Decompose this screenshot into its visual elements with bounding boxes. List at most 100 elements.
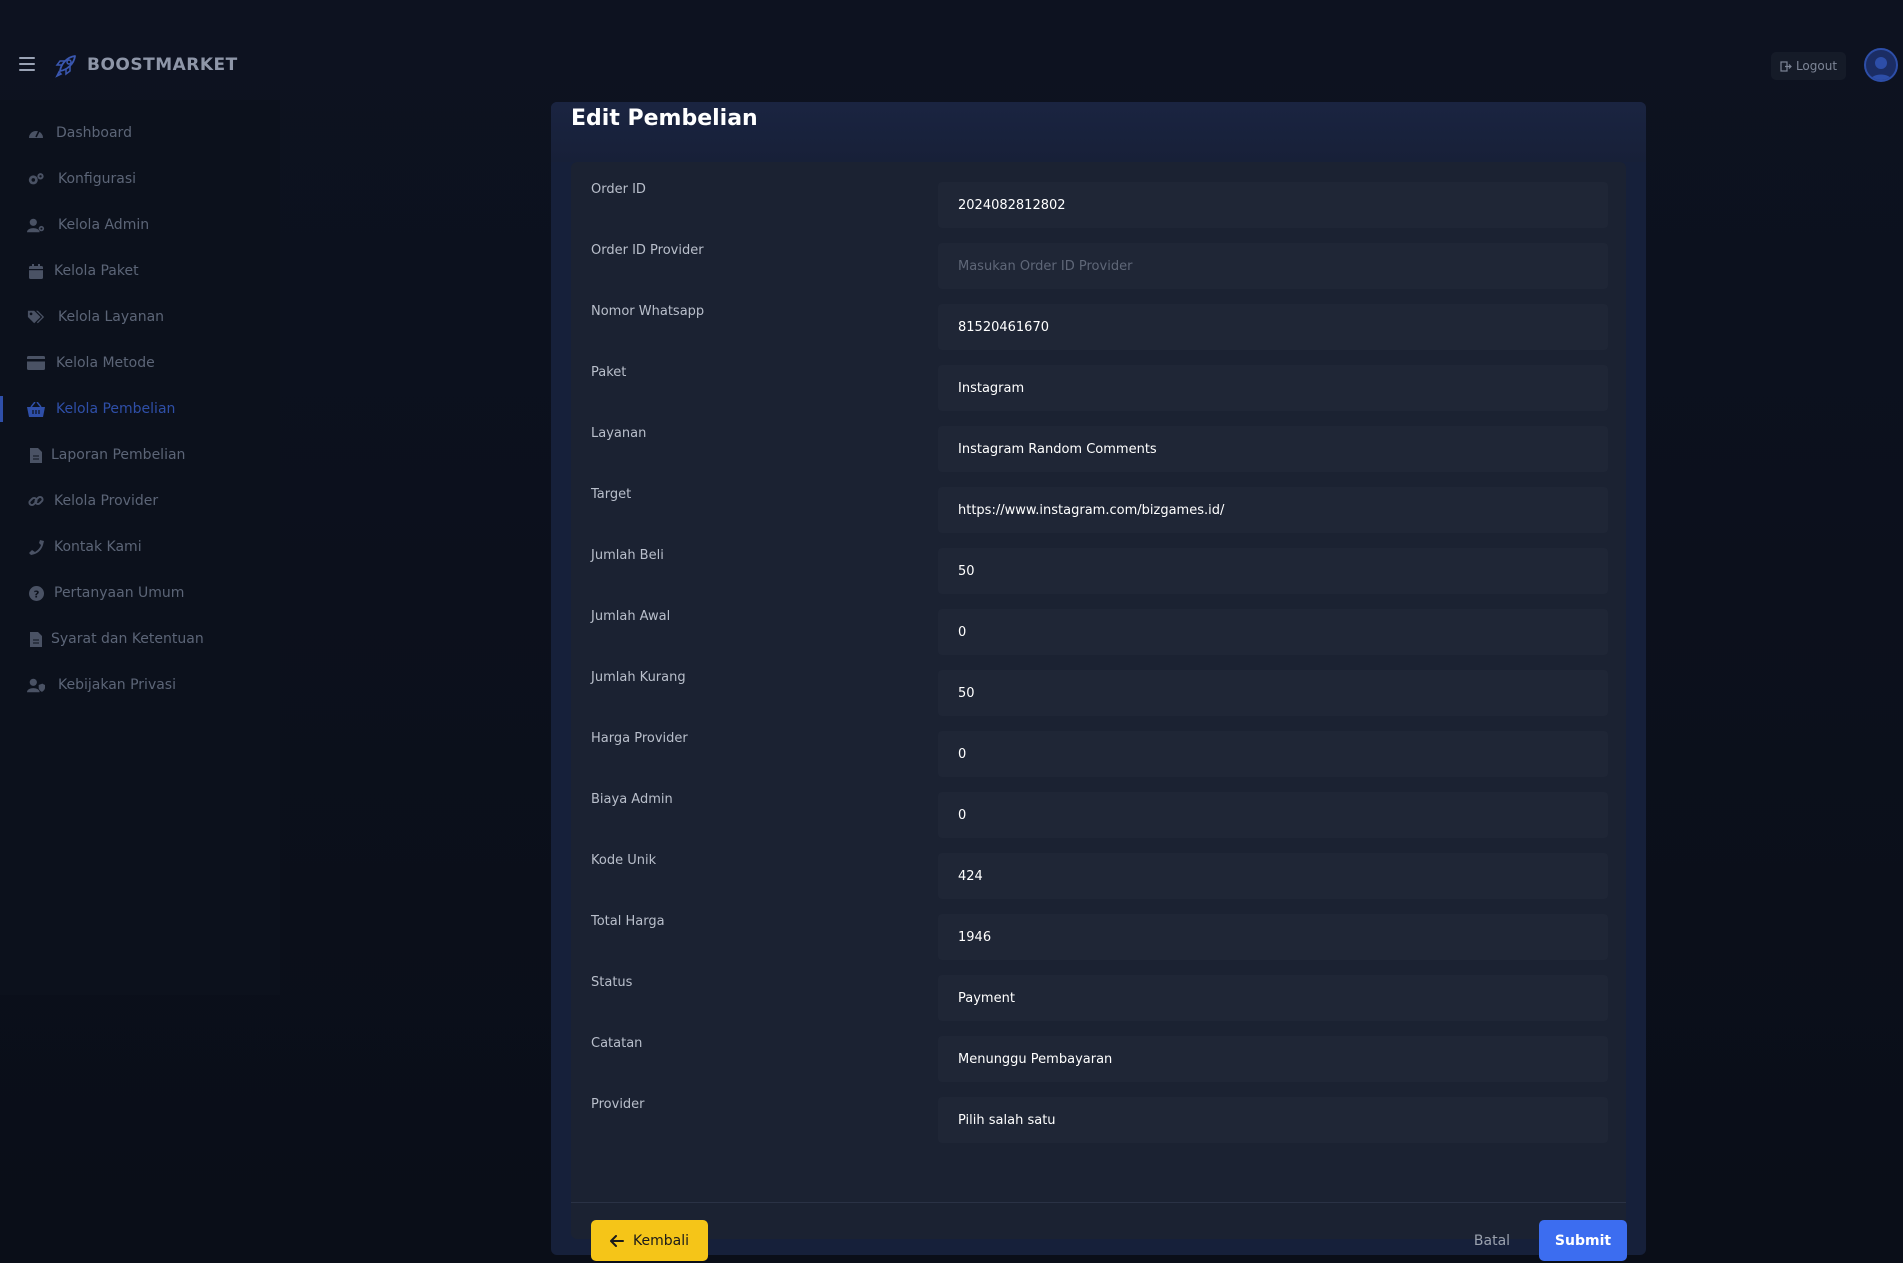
order-id-provider-input[interactable]	[938, 243, 1608, 289]
remaining-count-input[interactable]	[938, 670, 1608, 716]
edit-form: Order ID Order ID Provider Nomor Whatsap…	[571, 162, 1626, 1239]
field-label: Layanan	[591, 426, 647, 441]
sidebar-item-kelola-provider[interactable]: Kelola Provider	[0, 486, 280, 516]
sidebar-item-label: Kelola Layanan	[58, 309, 165, 325]
user-avatar-icon	[1869, 57, 1893, 80]
form-row-target: Target	[571, 487, 1626, 533]
note-input[interactable]	[938, 1036, 1608, 1082]
edit-purchase-card: Edit Pembelian Order ID Order ID Provide…	[551, 102, 1646, 1261]
form-row-layanan: Layanan	[571, 426, 1626, 472]
target-input[interactable]	[938, 487, 1608, 533]
tags-icon	[27, 308, 45, 326]
field-label: Jumlah Awal	[591, 609, 671, 624]
provider-select[interactable]	[938, 1097, 1608, 1143]
sidebar: Dashboard Konfigurasi Kelola Admin Kelol…	[0, 100, 280, 995]
sidebar-item-kelola-admin[interactable]: Kelola Admin	[0, 210, 280, 240]
form-row-provider: Provider	[571, 1097, 1626, 1143]
field-label: Harga Provider	[591, 731, 688, 746]
field-label: Total Harga	[591, 914, 665, 929]
package-input[interactable]	[938, 365, 1608, 411]
sidebar-item-syarat-dan-ketentuan[interactable]: Syarat dan Ketentuan	[0, 624, 280, 654]
field-label: Biaya Admin	[591, 792, 673, 807]
logout-label: Logout	[1795, 59, 1838, 73]
sidebar-item-laporan-pembelian[interactable]: Laporan Pembelian	[0, 440, 280, 470]
whatsapp-number-input[interactable]	[938, 304, 1608, 350]
field-label: Order ID Provider	[591, 243, 704, 258]
field-label: Provider	[591, 1097, 645, 1112]
sidebar-item-kelola-layanan[interactable]: Kelola Layanan	[0, 302, 280, 332]
sidebar-item-label: Kelola Metode	[56, 355, 155, 371]
back-button-label: Kembali	[633, 1232, 689, 1249]
sidebar-item-label: Kelola Pembelian	[56, 401, 176, 417]
form-row-paket: Paket	[571, 365, 1626, 411]
form-row-jumlah-kurang: Jumlah Kurang	[571, 670, 1626, 716]
file-icon	[27, 446, 45, 464]
sidebar-item-kebijakan-privasi[interactable]: Kebijakan Privasi	[0, 670, 280, 700]
sidebar-item-label: Kontak Kami	[54, 539, 142, 555]
svg-text:?: ?	[33, 589, 39, 600]
field-label: Target	[591, 487, 632, 502]
dashboard-icon	[27, 124, 45, 142]
field-label: Order ID	[591, 182, 646, 197]
field-label: Kode Unik	[591, 853, 657, 868]
sign-out-icon	[1780, 60, 1792, 72]
sidebar-item-kelola-pembelian[interactable]: Kelola Pembelian	[0, 394, 280, 424]
top-bar: BOOSTMARKET Logout	[0, 0, 1903, 100]
form-row-catatan: Catatan	[571, 1036, 1626, 1082]
menu-icon[interactable]	[19, 57, 35, 71]
sidebar-item-label: Kebijakan Privasi	[58, 677, 176, 693]
sidebar-item-konfigurasi[interactable]: Konfigurasi	[0, 164, 280, 194]
logout-button[interactable]: Logout	[1771, 52, 1846, 80]
link-icon	[27, 492, 45, 510]
start-count-input[interactable]	[938, 609, 1608, 655]
sidebar-item-label: Dashboard	[56, 125, 132, 141]
form-row-order-id-provider: Order ID Provider	[571, 243, 1626, 289]
form-row-nomor-whatsapp: Nomor Whatsapp	[571, 304, 1626, 350]
sidebar-item-kelola-paket[interactable]: Kelola Paket	[0, 256, 280, 286]
user-cog-icon	[27, 216, 45, 234]
arrow-left-icon	[610, 1234, 624, 1247]
form-row-harga-provider: Harga Provider	[571, 731, 1626, 777]
calendar-icon	[27, 262, 45, 280]
back-button[interactable]: Kembali	[591, 1220, 708, 1261]
basket-icon	[27, 400, 45, 418]
sidebar-item-label: Kelola Admin	[58, 217, 150, 233]
user-shield-icon	[27, 676, 45, 694]
sidebar-item-label: Konfigurasi	[58, 171, 137, 187]
sidebar-item-label: Kelola Provider	[54, 493, 159, 509]
question-icon: ?	[27, 584, 45, 602]
field-label: Catatan	[591, 1036, 643, 1051]
total-price-input[interactable]	[938, 914, 1608, 960]
submit-button[interactable]: Submit	[1539, 1220, 1627, 1261]
sidebar-item-dashboard[interactable]: Dashboard	[0, 118, 280, 148]
provider-price-input[interactable]	[938, 731, 1608, 777]
field-label: Paket	[591, 365, 627, 380]
brand[interactable]: BOOSTMARKET	[53, 52, 238, 78]
page-title: Edit Pembelian	[571, 106, 758, 131]
service-input[interactable]	[938, 426, 1608, 472]
sidebar-item-kontak-kami[interactable]: Kontak Kami	[0, 532, 280, 562]
order-id-input[interactable]	[938, 182, 1608, 228]
sidebar-item-kelola-metode[interactable]: Kelola Metode	[0, 348, 280, 378]
form-row-status: Status	[571, 975, 1626, 1021]
rocket-logo-icon	[55, 55, 76, 78]
brand-name: BOOSTMARKET	[87, 55, 238, 75]
field-label: Status	[591, 975, 633, 990]
phone-icon	[27, 538, 45, 556]
file-icon	[27, 630, 45, 648]
app-page: BOOSTMARKET Logout Dashboard Konfigurasi…	[0, 0, 1903, 1263]
status-select[interactable]	[938, 975, 1608, 1021]
unique-code-input[interactable]	[938, 853, 1608, 899]
credit-card-icon	[27, 354, 45, 372]
cancel-button[interactable]: Batal	[1465, 1220, 1519, 1261]
form-row-jumlah-awal: Jumlah Awal	[571, 609, 1626, 655]
field-label: Nomor Whatsapp	[591, 304, 705, 319]
form-row-biaya-admin: Biaya Admin	[571, 792, 1626, 838]
sidebar-item-label: Syarat dan Ketentuan	[51, 631, 204, 647]
sidebar-item-pertanyaan-umum[interactable]: ? Pertanyaan Umum	[0, 578, 280, 608]
form-row-order-id: Order ID	[571, 182, 1626, 228]
admin-fee-input[interactable]	[938, 792, 1608, 838]
avatar[interactable]	[1864, 48, 1898, 82]
quantity-bought-input[interactable]	[938, 548, 1608, 594]
form-row-jumlah-beli: Jumlah Beli	[571, 548, 1626, 594]
